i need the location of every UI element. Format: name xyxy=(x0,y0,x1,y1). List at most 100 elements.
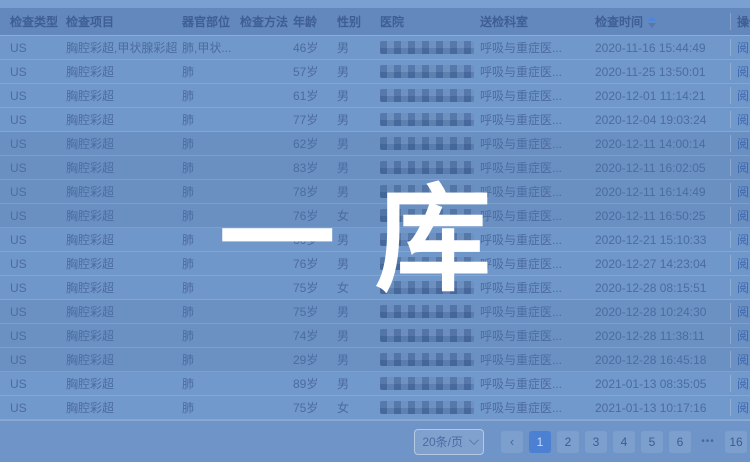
cell-gender: 女 xyxy=(337,207,380,224)
cell-hospital xyxy=(380,281,480,294)
table-row: US胸腔彩超肺57岁男呼吸与重症医...2020-11-25 13:50:01阅… xyxy=(0,60,750,84)
view-image-link[interactable]: 阅片 xyxy=(737,255,750,272)
sort-carets xyxy=(648,16,656,28)
cell-dept: 呼吸与重症医... xyxy=(480,87,595,104)
cell-type: US xyxy=(0,233,66,247)
cell-type: US xyxy=(0,281,66,295)
view-image-link[interactable]: 阅片 xyxy=(737,159,750,176)
view-image-link[interactable]: 阅片 xyxy=(737,375,750,392)
page-button-4[interactable]: 4 xyxy=(613,431,635,453)
cell-age: 75岁 xyxy=(293,279,337,296)
cell-time: 2020-12-28 10:24:30 xyxy=(595,305,730,319)
hospital-redacted-block xyxy=(380,185,474,198)
view-image-link[interactable]: 阅片 xyxy=(737,87,750,104)
exam-list-page: 检查类型检查项目器官部位检查方法年龄性别医院送检科室检查时间操作 US胸腔彩超,… xyxy=(0,0,750,462)
cell-age: 46岁 xyxy=(293,39,337,56)
view-image-link[interactable]: 阅片 xyxy=(737,303,750,320)
cell-action: 阅片 xyxy=(730,375,750,392)
cell-type: US xyxy=(0,185,66,199)
cell-gender: 男 xyxy=(337,183,380,200)
cell-type: US xyxy=(0,41,66,55)
view-image-link[interactable]: 阅片 xyxy=(737,111,750,128)
table-row: US胸腔彩超肺75岁女呼吸与重症医...2020-12-28 08:15:51阅… xyxy=(0,276,750,300)
view-image-link[interactable]: 阅片 xyxy=(737,399,750,416)
table-row: US胸腔彩超肺89岁男呼吸与重症医...2021-01-13 08:35:05阅… xyxy=(0,372,750,396)
cell-time: 2020-12-27 14:23:04 xyxy=(595,257,730,271)
prev-page-button[interactable]: ‹ xyxy=(501,431,523,453)
cell-item: 胸腔彩超 xyxy=(66,231,182,248)
pager: ‹ 123456 ••• 16 xyxy=(501,431,747,453)
col-header-label: 检查时间 xyxy=(595,13,643,30)
cell-dept: 呼吸与重症医... xyxy=(480,399,595,416)
table-row: US胸腔彩超肺62岁男呼吸与重症医...2020-12-11 14:00:14阅… xyxy=(0,132,750,156)
cell-gender: 男 xyxy=(337,303,380,320)
view-image-link[interactable]: 阅片 xyxy=(737,231,750,248)
hospital-redacted-block xyxy=(380,113,474,126)
cell-type: US xyxy=(0,209,66,223)
hospital-redacted-block xyxy=(380,161,474,174)
page-button-2[interactable]: 2 xyxy=(557,431,579,453)
cell-action: 阅片 xyxy=(730,39,750,56)
cell-dept: 呼吸与重症医... xyxy=(480,303,595,320)
cell-organ: 肺 xyxy=(182,375,240,392)
cell-action: 阅片 xyxy=(730,183,750,200)
cell-type: US xyxy=(0,329,66,343)
cell-action: 阅片 xyxy=(730,87,750,104)
cell-hospital xyxy=(380,233,480,246)
view-image-link[interactable]: 阅片 xyxy=(737,351,750,368)
cell-item: 胸腔彩超 xyxy=(66,111,182,128)
cell-age: 83岁 xyxy=(293,159,337,176)
page-size-label: 20条/页 xyxy=(422,433,463,450)
cell-hospital xyxy=(380,305,480,318)
col-header-time[interactable]: 检查时间 xyxy=(595,13,730,30)
table-row: US胸腔彩超肺75岁男呼吸与重症医...2020-12-28 10:24:30阅… xyxy=(0,300,750,324)
cell-action: 阅片 xyxy=(730,111,750,128)
table-row: US胸腔彩超肺76岁男呼吸与重症医...2020-12-27 14:23:04阅… xyxy=(0,252,750,276)
cell-gender: 男 xyxy=(337,375,380,392)
cell-dept: 呼吸与重症医... xyxy=(480,279,595,296)
cell-age: 60岁 xyxy=(293,231,337,248)
view-image-link[interactable]: 阅片 xyxy=(737,63,750,80)
cell-organ: 肺 xyxy=(182,63,240,80)
view-image-link[interactable]: 阅片 xyxy=(737,327,750,344)
view-image-link[interactable]: 阅片 xyxy=(737,39,750,56)
col-header-label: 性别 xyxy=(337,13,361,30)
view-image-link[interactable]: 阅片 xyxy=(737,207,750,224)
page-button-6[interactable]: 6 xyxy=(669,431,691,453)
cell-organ: 肺 xyxy=(182,279,240,296)
cell-age: 57岁 xyxy=(293,63,337,80)
cell-time: 2021-01-13 08:35:05 xyxy=(595,377,730,391)
cell-hospital xyxy=(380,329,480,342)
cell-time: 2020-12-21 15:10:33 xyxy=(595,233,730,247)
cell-age: 76岁 xyxy=(293,207,337,224)
cell-action: 阅片 xyxy=(730,207,750,224)
sort-caret-asc-icon xyxy=(648,16,656,21)
cell-age: 62岁 xyxy=(293,135,337,152)
cell-gender: 女 xyxy=(337,399,380,416)
hospital-redacted-block xyxy=(380,377,474,390)
cell-dept: 呼吸与重症医... xyxy=(480,111,595,128)
cell-dept: 呼吸与重症医... xyxy=(480,351,595,368)
cell-type: US xyxy=(0,89,66,103)
page-button-1[interactable]: 1 xyxy=(529,431,551,453)
cell-time: 2020-12-11 14:00:14 xyxy=(595,137,730,151)
page-button-5[interactable]: 5 xyxy=(641,431,663,453)
cell-time: 2020-12-11 16:14:49 xyxy=(595,185,730,199)
view-image-link[interactable]: 阅片 xyxy=(737,183,750,200)
cell-hospital xyxy=(380,401,480,414)
page-button-3[interactable]: 3 xyxy=(585,431,607,453)
page-size-select[interactable]: 20条/页 xyxy=(414,429,484,455)
cell-action: 阅片 xyxy=(730,135,750,152)
pager-ellipsis[interactable]: ••• xyxy=(697,431,719,453)
cell-time: 2020-12-04 19:03:24 xyxy=(595,113,730,127)
view-image-link[interactable]: 阅片 xyxy=(737,279,750,296)
col-header-organ: 器官部位 xyxy=(182,13,240,30)
cell-gender: 男 xyxy=(337,135,380,152)
page-button-16[interactable]: 16 xyxy=(725,431,747,453)
cell-hospital xyxy=(380,89,480,102)
col-header-label: 检查类型 xyxy=(10,13,58,30)
col-header-type: 检查类型 xyxy=(0,13,66,30)
view-image-link[interactable]: 阅片 xyxy=(737,135,750,152)
cell-item: 胸腔彩超 xyxy=(66,207,182,224)
cell-dept: 呼吸与重症医... xyxy=(480,135,595,152)
